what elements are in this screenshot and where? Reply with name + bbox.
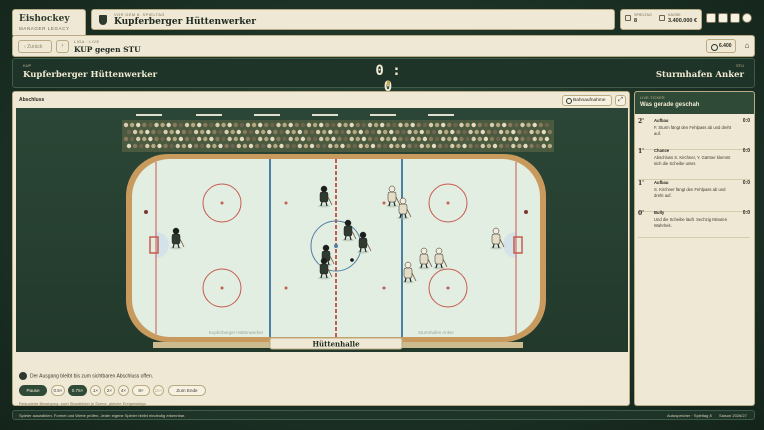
away-team-name: Sturmhafen Anker [655,70,744,80]
footer-hint: Spieler auswählen, Formel und Werte prüf… [19,413,186,418]
event-text: F. Sturm fängt den Fehlpass ab und dreht… [654,125,732,136]
stat-label: KASSE [668,13,681,17]
fullscreen-icon[interactable]: ⤢ [615,95,626,106]
speed-8-button[interactable]: 8× [132,385,150,396]
cash-icon [659,15,665,21]
arena-name: Hüttenhalle [312,340,360,349]
panel-heading: Abschluss [19,97,45,103]
brand[interactable]: Eishockey MANAGER LEGACY [12,9,86,37]
back-button[interactable]: ‹ Zurück [18,40,52,53]
brand-subtitle: MANAGER LEGACY [19,26,70,31]
settings-icon[interactable] [742,13,752,23]
event-type: Chance [654,148,670,153]
ticker-event[interactable]: 0' Bully 0:0 Und die Scheibe läuft. Sech… [638,210,750,238]
page-title: KUP gegen STU [74,45,141,54]
app-frame: Eishockey MANAGER LEGACY VOR DEM 8. SPIE… [9,7,755,423]
info-icon [19,372,27,380]
speed-0-75-button[interactable]: 0.75× [68,385,87,396]
ticker-title: Was gerade geschah [640,102,700,108]
home-board-label: Kupferberger Hüttenwerker [209,330,264,335]
coins-badge[interactable]: 6.400 [706,39,736,53]
season-label: Saison 2026/27 [719,413,747,418]
live-ticker: LIVE-TICKER Was gerade geschah 2' Aufbau… [634,91,755,406]
speed-1-button[interactable]: 1× [90,385,101,396]
stats-panel: SPIELTAG 8 KASSE 3.400.000 € [620,9,702,30]
club-crest-icon [99,15,107,25]
ticker-event[interactable]: 2' Aufbau 0:0 F. Sturm fängt den Fehlpas… [638,118,750,150]
ticker-kicker: LIVE-TICKER [640,95,665,100]
event-minute: 1' [638,180,645,187]
event-minute: 0' [638,210,645,217]
back-label: Zurück [27,44,43,50]
event-score: 0:0 [742,118,750,124]
event-type: Aufbau [654,118,669,123]
speed-16-button[interactable]: 16× [153,385,164,396]
status-text: Der Ausgang bleibt bis zum sichtbaren Ab… [30,373,154,380]
calendar-icon [625,15,631,21]
away-abbr: STU [736,63,744,68]
home-icon[interactable]: ⌂ [740,39,754,53]
event-type: Bully [654,210,665,215]
arena-view: Kupferberger Hüttenwerker Sturmhafen Ank… [16,108,628,352]
nav-bar: ‹ Zurück › LIGA · LIVE KUP gegen STU 6.4… [12,35,755,57]
away-board-label: Sturmhafen Anker [418,330,455,335]
ticker-header: LIVE-TICKER Was gerade geschah [635,92,754,114]
event-minute: 1' [638,148,645,155]
match-panel: Abschluss Bahnaufnahme ⤢ Kupferberger Hü… [12,91,630,406]
scoreboard: KUP Kupferberger Hüttenwerker 0 : 0 STU … [12,58,755,95]
ticker-event[interactable]: 1' Chance 0:0 Abschluss S. Kirchner, Y. … [638,148,750,180]
club-name: Kupferberger Hüttenwerker [114,17,257,27]
puck [350,258,354,262]
club-header: VOR DEM 8. SPIELTAG Kupferberger Hüttenw… [91,9,615,30]
speed-4-button[interactable]: 4× [118,385,129,396]
event-minute: 2' [638,118,645,125]
home-abbr: KUP [23,63,32,68]
status-message: Der Ausgang bleibt bis zum sichtbaren Ab… [19,372,153,380]
table-icon[interactable] [730,13,740,23]
period-indicator [387,81,390,85]
skip-to-end-button[interactable]: Zum Ende [168,385,206,396]
birdseye-button[interactable]: Bahnaufnahme [562,95,612,106]
event-text: Und die Scheibe läuft. Sechzig Minuten W… [654,217,728,228]
footer-bar: Spieler auswählen, Formel und Werte prüf… [12,410,755,420]
event-text: Abschluss S. Kirchner, Y. Gärtner klemmt… [654,155,731,166]
event-score: 0:0 [742,148,750,154]
home-team-name: Kupferberger Hüttenwerker [23,70,158,80]
brand-title: Eishockey [19,14,70,24]
nav-kicker: LIGA · LIVE [74,39,100,44]
stat-value: 3.400.000 € [668,18,698,24]
pause-button[interactable]: Pause [19,385,47,396]
autosave-status: Autospeicher · Spieltag 8 [667,413,712,418]
stat-label: SPIELTAG [634,13,653,17]
reduced-motion-note: Reduzierte Bewegung: zwei Standbilder je… [19,401,147,406]
speed-2-button[interactable]: 2× [104,385,115,396]
event-text: S. Kirchner fängt den Fehlpass ab und dr… [654,187,726,198]
training-icon[interactable] [718,13,728,23]
speed-0-5-button[interactable]: 0.5× [51,385,65,396]
event-score: 0:0 [742,180,750,186]
event-type: Aufbau [654,180,669,185]
event-score: 0:0 [742,210,750,216]
ticker-event[interactable]: 1' Aufbau 0:0 S. Kirchner fängt den Fehl… [638,180,750,212]
rink-illustration: Kupferberger Hüttenwerker Sturmhafen Ank… [122,114,554,350]
stat-value: 8 [634,18,638,24]
squad-icon[interactable] [706,13,716,23]
forward-button[interactable]: › [56,40,69,53]
